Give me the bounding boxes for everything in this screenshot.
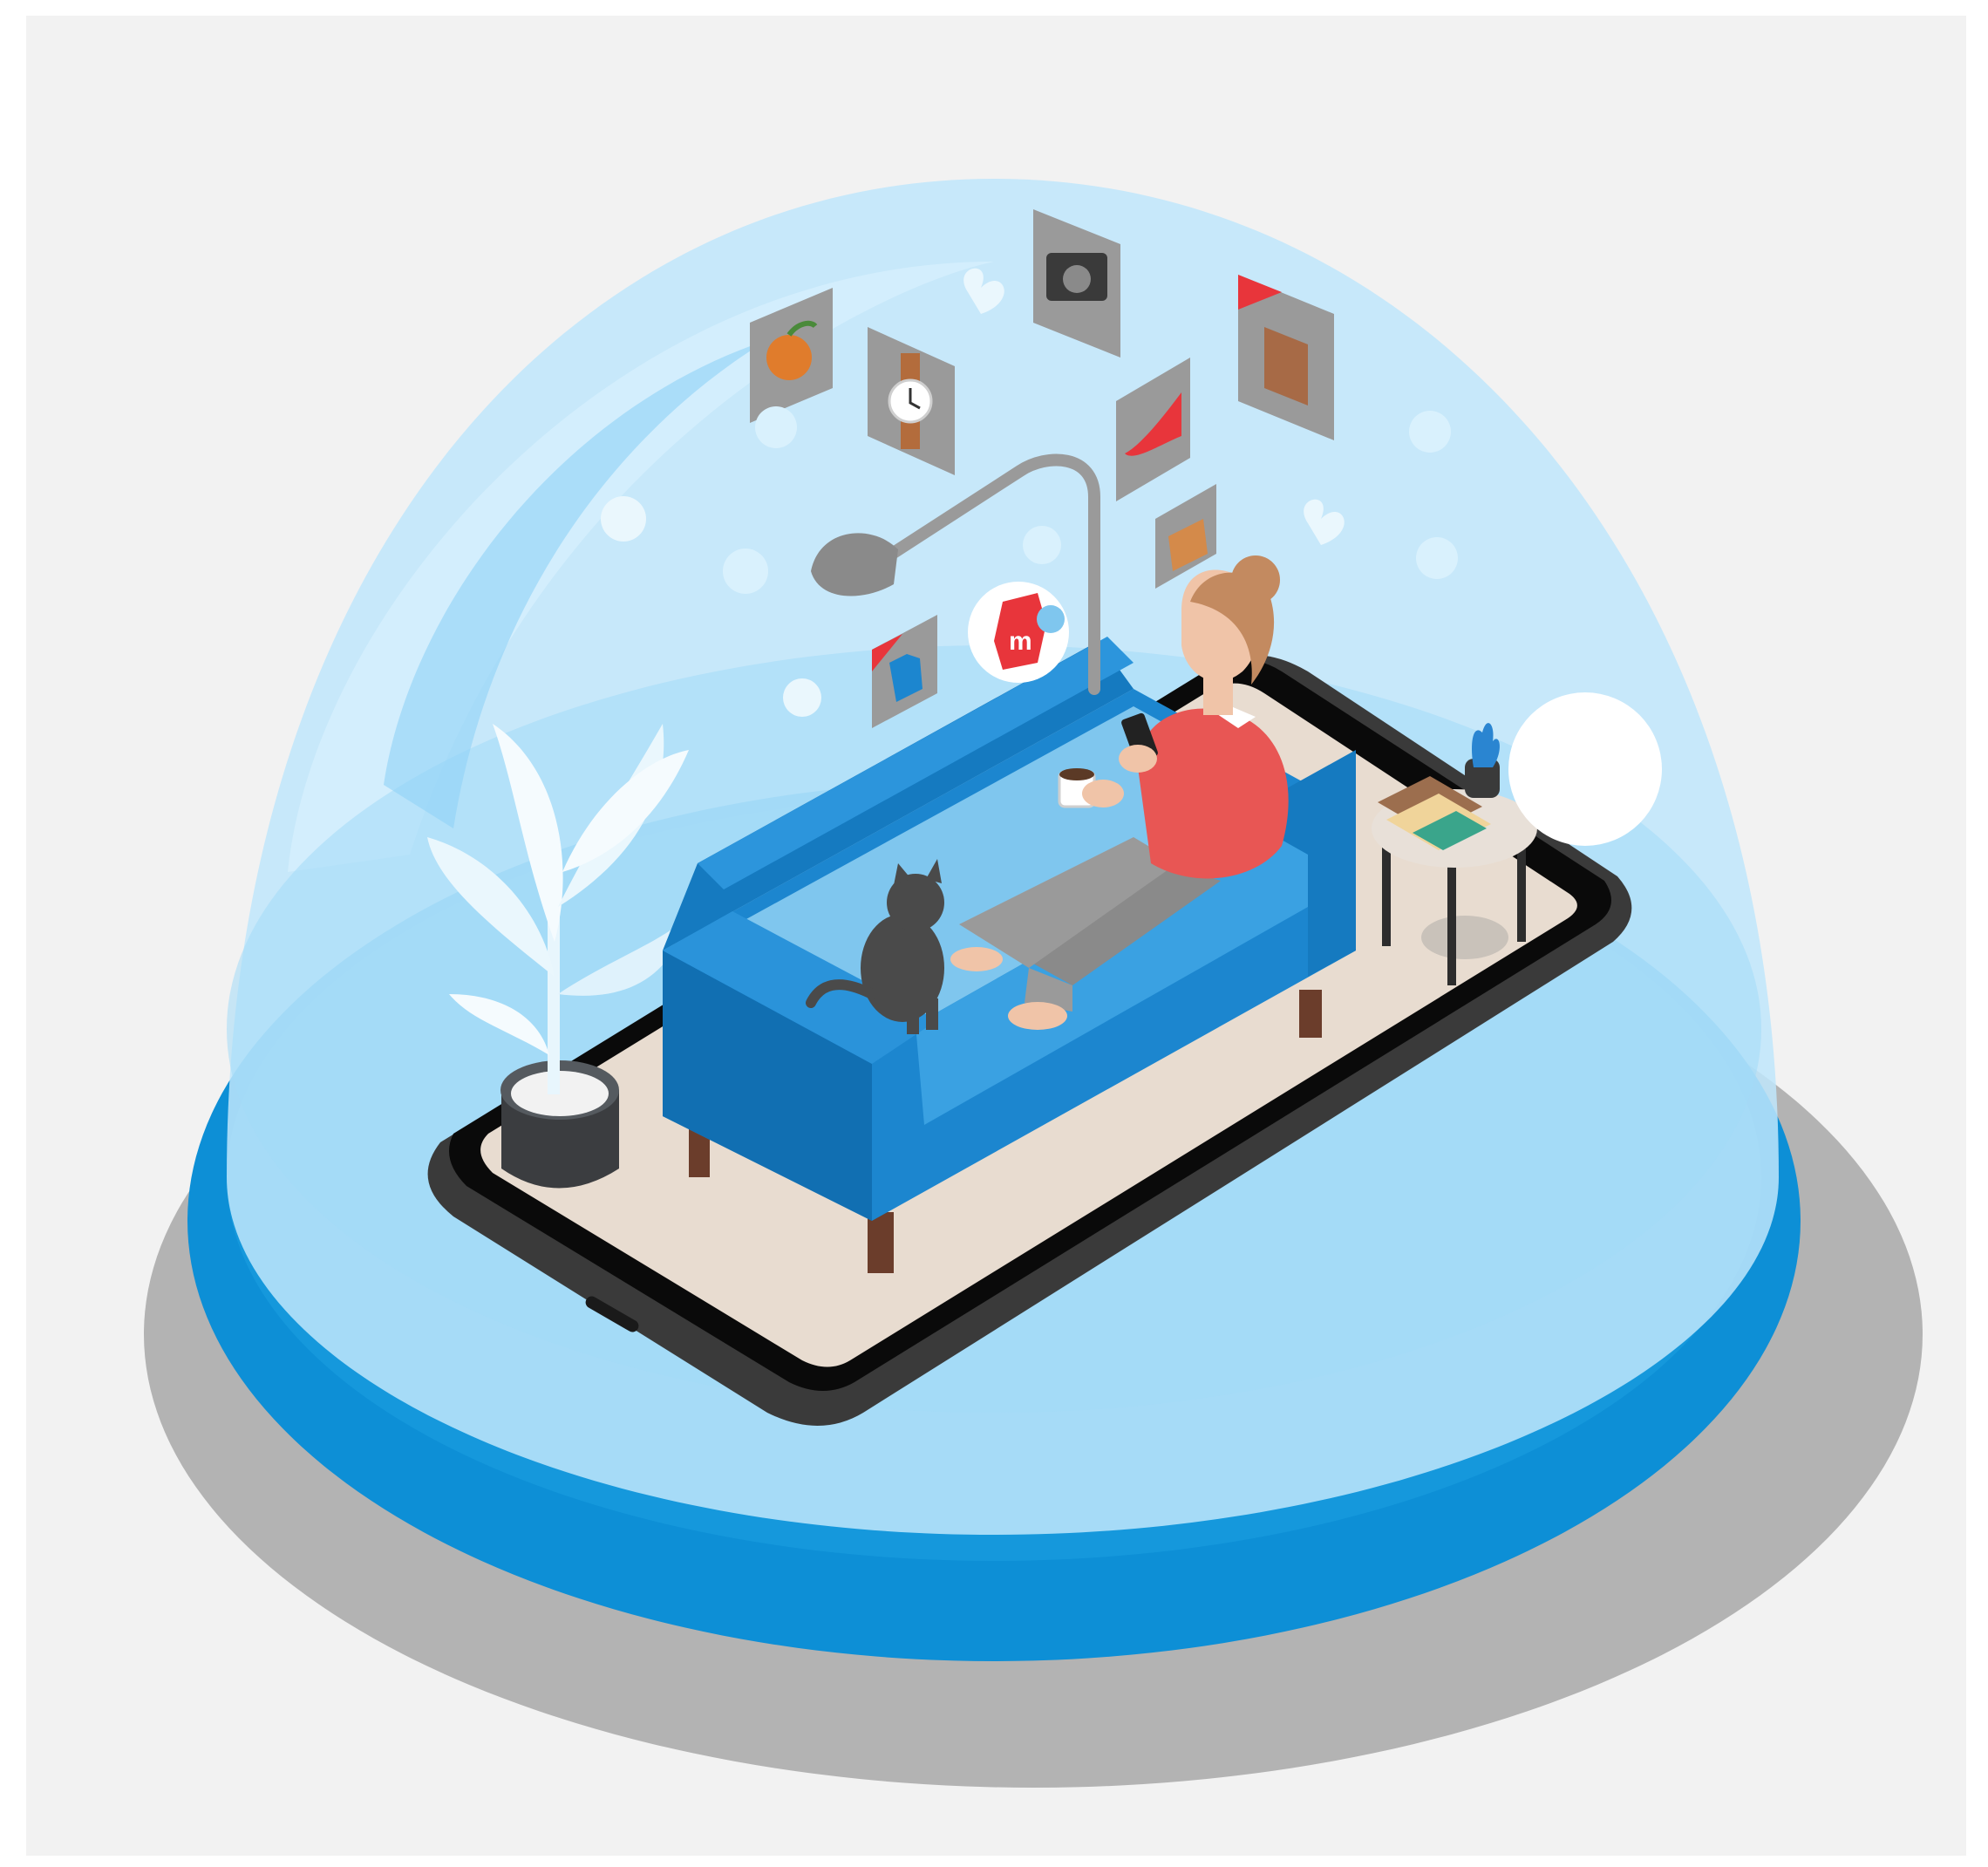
brand-logo-bubble: m — [968, 582, 1069, 683]
brand-logo-letter: m — [1009, 627, 1032, 656]
illustration: m — [0, 0, 1988, 1867]
